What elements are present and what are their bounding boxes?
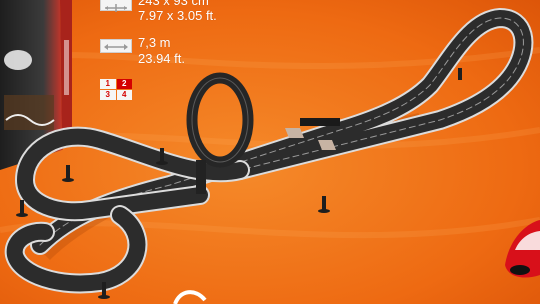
length-metric: 7,3 m (138, 35, 171, 50)
double-arrow-icon (100, 39, 132, 53)
player-cell-active: 2 (116, 79, 132, 89)
player-cell: 4 (116, 90, 132, 100)
length-imperial: 23.94 ft. (138, 51, 185, 66)
player-cell: 3 (100, 90, 116, 100)
product-photo (0, 0, 540, 304)
player-cell: 1 (100, 79, 116, 89)
size-metric: 243 x 93 cm (138, 0, 209, 8)
size-imperial: 7.97 x 3.05 ft. (138, 8, 217, 23)
arrows-expand-icon (100, 0, 132, 12)
player-count-grid: 1 2 3 4 (100, 79, 132, 100)
